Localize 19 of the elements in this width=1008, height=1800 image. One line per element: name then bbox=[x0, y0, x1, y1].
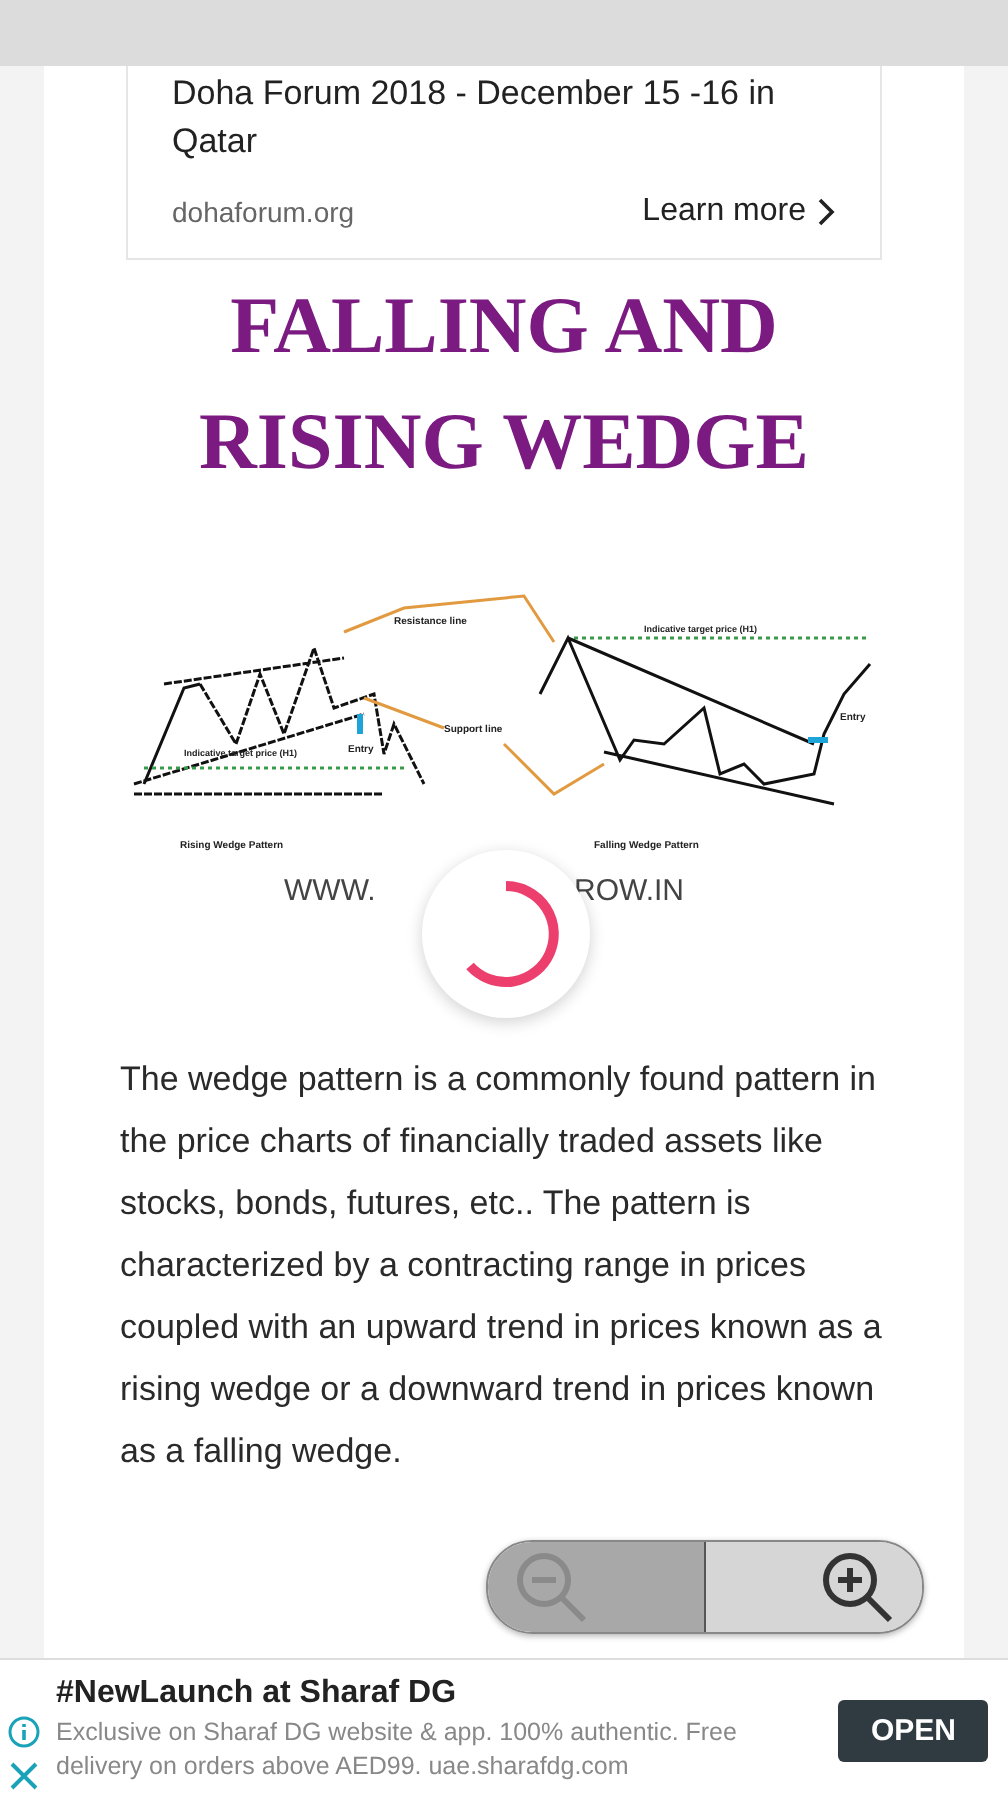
chevron-right-icon bbox=[818, 198, 836, 226]
article-title: FALLING AND RISING WEDGE bbox=[197, 278, 811, 490]
ad-headline: Doha Forum 2018 - December 15 -16 in Qatar bbox=[172, 72, 777, 164]
site-url: ROW.IN bbox=[574, 874, 684, 904]
open-button[interactable]: OPEN bbox=[838, 1699, 988, 1761]
site-url: WWW. bbox=[284, 874, 376, 904]
zoom-in-button[interactable] bbox=[704, 1542, 922, 1632]
zoom-out-icon bbox=[512, 1547, 592, 1627]
bottom-ad-banner[interactable]: #NewLaunch at Sharaf DG Exclusive on Sharaf DG website & app. 100% authentic. Free delivery on orders above AED99. uae.sharafdg.com OPEN bbox=[0, 1658, 1008, 1800]
close-icon[interactable] bbox=[8, 1760, 40, 1792]
learn-more-link[interactable]: Learn more bbox=[642, 194, 836, 230]
ad-title: #NewLaunch at Sharaf DG bbox=[56, 1676, 459, 1712]
ad-card[interactable]: Doha Forum 2018 - December 15 -16 in Qatar dohaforum.org Learn more bbox=[126, 66, 882, 260]
zoom-control[interactable] bbox=[486, 1540, 924, 1634]
zoom-in-icon bbox=[818, 1547, 898, 1627]
info-icon bbox=[8, 1716, 40, 1748]
ad-domain: dohaforum.org bbox=[172, 196, 355, 228]
ad-description: Exclusive on Sharaf DG website & app. 100% authentic. Free delivery on orders above AED99. uae.sharafdg.com bbox=[56, 1716, 739, 1784]
article-paragraph: The wedge pattern is a commonly found pattern in the price charts of financially traded assets like stocks, bonds, futures, etc.. The pattern is characterized by a contracting range in prices coupled with an upward trend in prices known as a rising wedge or a downward trend in prices known as a falling wedge. bbox=[120, 1058, 884, 1474]
